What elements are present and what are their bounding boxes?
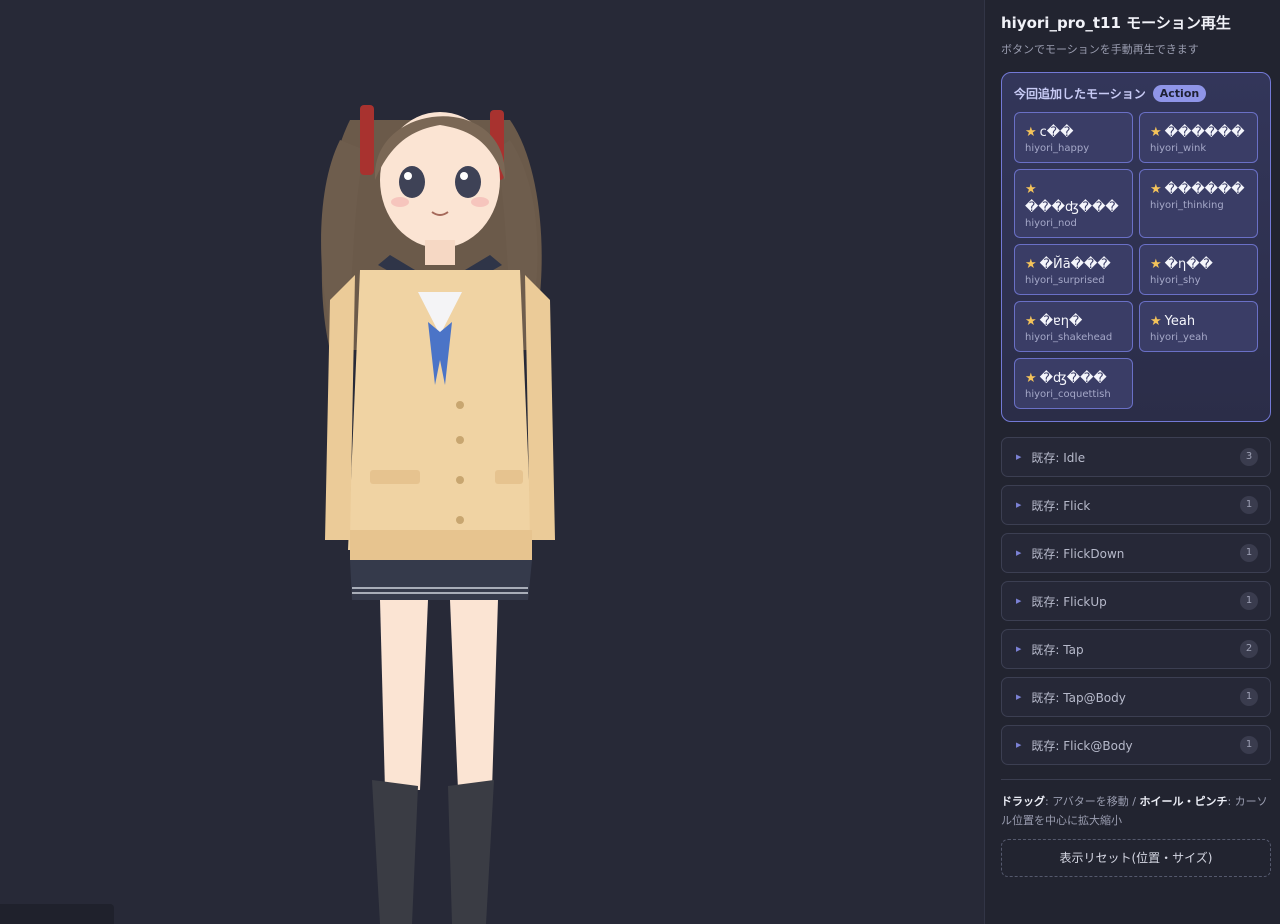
- star-icon: ★: [1150, 314, 1162, 329]
- motion-button-grid: ★ c�� hiyori_happy ★ ������ hiyori_wink ★ �…: [1014, 112, 1258, 409]
- group-flickup[interactable]: ▶ 既存: FlickUp 1: [1001, 581, 1271, 621]
- motion-label: �ʤ���: [1039, 371, 1107, 386]
- group-count-badge: 1: [1240, 688, 1258, 706]
- motion-button-hiyori-shakehead[interactable]: ★ �ɐη� hiyori_shakehead: [1014, 301, 1133, 352]
- group-tap[interactable]: ▶ 既存: Tap 2: [1001, 629, 1271, 669]
- caret-right-icon: ▶: [1016, 453, 1022, 461]
- group-label: 既存: Flick@Body: [1031, 738, 1133, 753]
- group-label: 既存: Tap: [1031, 642, 1084, 657]
- group-count-badge: 2: [1240, 640, 1258, 658]
- panel-title: hiyori_pro_t11 モーション再生: [1001, 14, 1231, 32]
- help-drag-label: ドラッグ: [1001, 795, 1045, 808]
- motion-button-hiyori-surprised[interactable]: ★ �Йā��� hiyori_surprised: [1014, 244, 1133, 295]
- motion-id: hiyori_shy: [1150, 275, 1201, 286]
- help-text: ドラッグ: アバターを移動 / ホイール・ピンチ: カーソル位置を中心に拡大縮小: [1001, 792, 1271, 830]
- motion-button-hiyori-coquettish[interactable]: ★ �ʤ��� hiyori_coquettish: [1014, 358, 1133, 409]
- stage-thumbnail: [0, 904, 114, 924]
- group-flick[interactable]: ▶ 既存: Flick 1: [1001, 485, 1271, 525]
- group-flickdown[interactable]: ▶ 既存: FlickDown 1: [1001, 533, 1271, 573]
- caret-right-icon: ▶: [1016, 597, 1022, 605]
- caret-right-icon: ▶: [1016, 645, 1022, 653]
- star-icon: ★: [1025, 125, 1037, 140]
- group-label: 既存: FlickUp: [1031, 594, 1107, 609]
- motion-button-hiyori-nod[interactable]: ★ ���ʤ��� hiyori_nod: [1014, 169, 1133, 238]
- group-label: 既存: FlickDown: [1031, 546, 1125, 561]
- avatar-character[interactable]: [300, 60, 560, 924]
- star-icon: ★: [1150, 182, 1162, 197]
- motion-label: Yeah: [1164, 314, 1196, 329]
- group-label: 既存: Flick: [1031, 498, 1091, 513]
- motion-id: hiyori_shakehead: [1025, 332, 1113, 343]
- group-idle[interactable]: ▶ 既存: Idle 3: [1001, 437, 1271, 477]
- group-flick-body[interactable]: ▶ 既存: Flick@Body 1: [1001, 725, 1271, 765]
- motion-button-hiyori-happy[interactable]: ★ c�� hiyori_happy: [1014, 112, 1133, 163]
- motion-label: �η��: [1164, 257, 1213, 272]
- help-wheel-label: ホイール・ピンチ: [1139, 795, 1228, 808]
- caret-right-icon: ▶: [1016, 549, 1022, 557]
- motion-id: hiyori_coquettish: [1025, 389, 1111, 400]
- star-icon: ★: [1025, 371, 1037, 386]
- star-icon: ★: [1150, 257, 1162, 272]
- group-count-badge: 1: [1240, 544, 1258, 562]
- motion-id: hiyori_yeah: [1150, 332, 1208, 343]
- group-label: 既存: Idle: [1031, 450, 1086, 465]
- action-badge: Action: [1152, 85, 1207, 102]
- motion-id: hiyori_nod: [1025, 218, 1077, 229]
- caret-right-icon: ▶: [1016, 501, 1022, 509]
- group-count-badge: 1: [1240, 592, 1258, 610]
- motion-label: �ɐη�: [1039, 314, 1083, 329]
- motion-button-hiyori-yeah[interactable]: ★ Yeah hiyori_yeah: [1139, 301, 1258, 352]
- caret-right-icon: ▶: [1016, 693, 1022, 701]
- motion-group-list: ▶ 既存: Idle 3 ▶ 既存: Flick 1 ▶ 既存: FlickDo…: [1001, 437, 1271, 765]
- star-icon: ★: [1150, 125, 1162, 140]
- star-icon: ★: [1025, 182, 1037, 197]
- help-drag-text: : アバターを移動 /: [1045, 795, 1140, 808]
- motion-id: hiyori_wink: [1150, 143, 1207, 154]
- avatar-canvas[interactable]: [0, 0, 984, 924]
- motion-panel: hiyori_pro_t11 モーション再生 ボタンでモーションを手動再生できま…: [984, 0, 1280, 924]
- star-icon: ★: [1025, 314, 1037, 329]
- group-tap-body[interactable]: ▶ 既存: Tap@Body 1: [1001, 677, 1271, 717]
- caret-right-icon: ▶: [1016, 741, 1022, 749]
- motion-id: hiyori_happy: [1025, 143, 1090, 154]
- motion-label: ���ʤ���: [1025, 200, 1119, 215]
- motion-label: c��: [1039, 125, 1074, 140]
- motion-button-hiyori-shy[interactable]: ★ �η�� hiyori_shy: [1139, 244, 1258, 295]
- divider: [1001, 779, 1271, 780]
- motion-button-hiyori-thinking[interactable]: ★ ������ hiyori_thinking: [1139, 169, 1258, 238]
- group-count-badge: 1: [1240, 496, 1258, 514]
- group-count-badge: 1: [1240, 736, 1258, 754]
- motion-id: hiyori_thinking: [1150, 200, 1224, 211]
- motion-id: hiyori_surprised: [1025, 275, 1105, 286]
- reset-view-button[interactable]: 表示リセット(位置・サイズ): [1001, 839, 1271, 877]
- motion-label: ������: [1164, 182, 1245, 197]
- group-count-badge: 3: [1240, 448, 1258, 466]
- star-icon: ★: [1025, 257, 1037, 272]
- motion-label: �Йā���: [1039, 257, 1111, 272]
- panel-subtitle: ボタンでモーションを手動再生できます: [1001, 43, 1199, 56]
- motion-button-hiyori-wink[interactable]: ★ ������ hiyori_wink: [1139, 112, 1258, 163]
- action-motions-section: 今回追加したモーション Action ★ c�� hiyori_happy ★ ��…: [1001, 72, 1271, 422]
- group-label: 既存: Tap@Body: [1031, 690, 1126, 705]
- action-section-title: 今回追加したモーション: [1014, 87, 1146, 101]
- motion-label: ������: [1164, 125, 1245, 140]
